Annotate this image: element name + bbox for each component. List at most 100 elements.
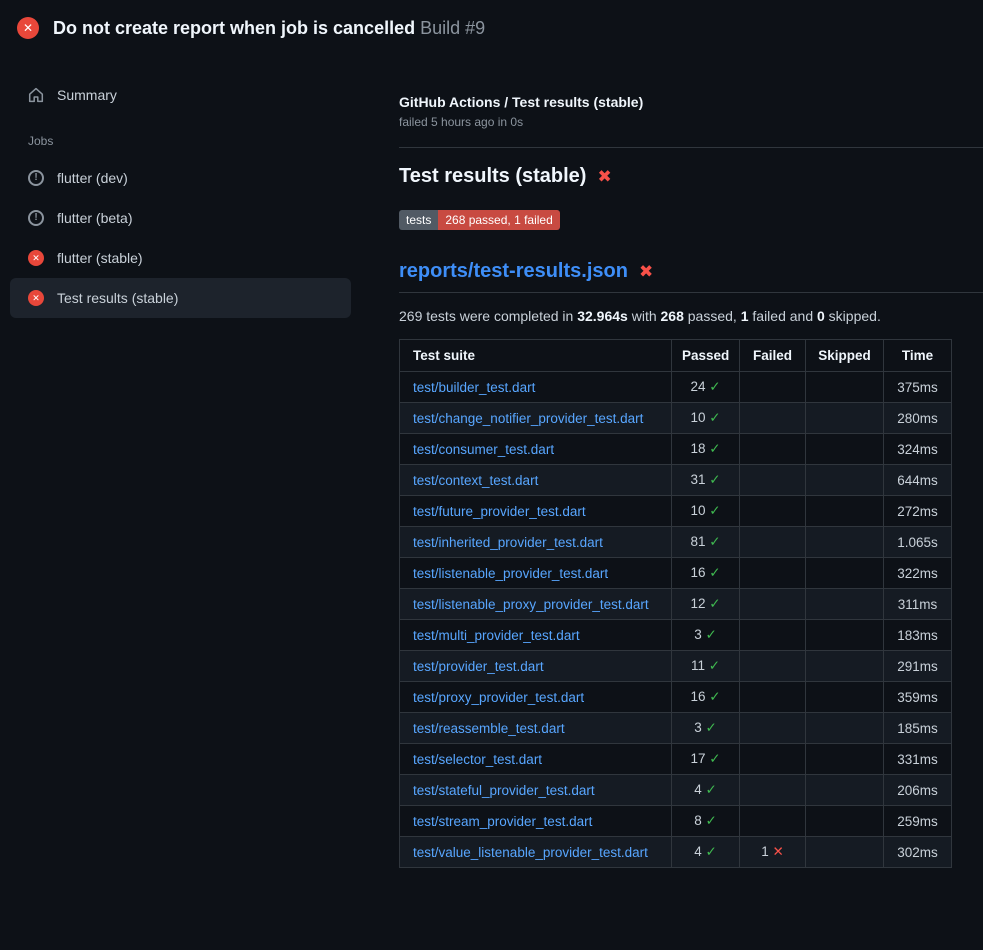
report-link[interactable]: reports/test-results.json bbox=[399, 260, 628, 283]
job-label: flutter (beta) bbox=[57, 210, 132, 226]
test-suite-link[interactable]: test/selector_test.dart bbox=[413, 752, 542, 767]
failed-cell bbox=[740, 651, 806, 682]
failed-cell bbox=[740, 775, 806, 806]
summary-passed-count: 268 bbox=[661, 308, 684, 324]
passed-cell: 10 ✓ bbox=[672, 403, 740, 434]
sidebar-item-summary[interactable]: Summary bbox=[10, 76, 351, 114]
passed-cell: 31 ✓ bbox=[672, 465, 740, 496]
sidebar-item-test-results-stable[interactable]: ✕Test results (stable) bbox=[10, 278, 351, 318]
summary-failed-count: 1 bbox=[741, 308, 749, 324]
time-cell: 331ms bbox=[884, 744, 952, 775]
passed-cell: 81 ✓ bbox=[672, 527, 740, 558]
test-suite-link[interactable]: test/proxy_provider_test.dart bbox=[413, 690, 584, 705]
table-row: test/future_provider_test.dart10 ✓272ms bbox=[400, 496, 952, 527]
failed-cell bbox=[740, 744, 806, 775]
column-header-passed: Passed bbox=[672, 340, 740, 372]
time-cell: 280ms bbox=[884, 403, 952, 434]
check-icon: ✓ bbox=[709, 503, 720, 518]
test-suite-link[interactable]: test/consumer_test.dart bbox=[413, 442, 554, 457]
check-icon: ✓ bbox=[705, 844, 716, 859]
suite-cell: test/builder_test.dart bbox=[400, 372, 672, 403]
test-suite-link[interactable]: test/context_test.dart bbox=[413, 473, 538, 488]
build-header: ✕ Do not create report when job is cance… bbox=[0, 0, 983, 56]
test-suite-link[interactable]: test/inherited_provider_test.dart bbox=[413, 535, 603, 550]
time-cell: 259ms bbox=[884, 806, 952, 837]
column-header-skipped: Skipped bbox=[806, 340, 884, 372]
check-icon: ✓ bbox=[705, 720, 716, 735]
test-suite-link[interactable]: test/value_listenable_provider_test.dart bbox=[413, 845, 648, 860]
test-suite-link[interactable]: test/provider_test.dart bbox=[413, 659, 544, 674]
check-icon: ✓ bbox=[709, 410, 720, 425]
sidebar-item-flutter-stable[interactable]: ✕flutter (stable) bbox=[10, 238, 351, 278]
skipped-cell bbox=[806, 837, 884, 868]
failed-cell bbox=[740, 372, 806, 403]
failed-cell bbox=[740, 620, 806, 651]
passed-cell: 12 ✓ bbox=[672, 589, 740, 620]
sidebar-item-flutter-dev[interactable]: !flutter (dev) bbox=[10, 158, 351, 198]
passed-cell: 16 ✓ bbox=[672, 682, 740, 713]
test-suite-link[interactable]: test/future_provider_test.dart bbox=[413, 504, 586, 519]
alert-circle-icon: ! bbox=[28, 210, 44, 226]
badge-label: tests bbox=[399, 210, 438, 230]
sidebar-item-flutter-beta[interactable]: ! flutter (beta) bbox=[10, 198, 351, 238]
passed-cell: 24 ✓ bbox=[672, 372, 740, 403]
test-suite-link[interactable]: test/stateful_provider_test.dart bbox=[413, 783, 595, 798]
suite-cell: test/inherited_provider_test.dart bbox=[400, 527, 672, 558]
job-list: !flutter (dev)! flutter (beta) ✕flutter (s… bbox=[10, 158, 351, 318]
failed-x-icon: ✖ bbox=[639, 263, 653, 280]
failed-cell bbox=[740, 465, 806, 496]
suite-cell: test/change_notifier_provider_test.dart bbox=[400, 403, 672, 434]
check-icon: ✓ bbox=[709, 596, 720, 611]
report-title: reports/test-results.json ✖ bbox=[399, 260, 983, 293]
time-cell: 185ms bbox=[884, 713, 952, 744]
table-row: test/inherited_provider_test.dart81 ✓1.0… bbox=[400, 527, 952, 558]
summary-text: skipped. bbox=[825, 308, 881, 324]
check-icon: ✓ bbox=[709, 689, 720, 704]
column-header-test-suite: Test suite bbox=[400, 340, 672, 372]
run-meta: failed 5 hours ago in 0s bbox=[399, 115, 983, 129]
time-cell: 359ms bbox=[884, 682, 952, 713]
suite-cell: test/stream_provider_test.dart bbox=[400, 806, 672, 837]
divider bbox=[399, 147, 983, 148]
skipped-cell bbox=[806, 558, 884, 589]
failed-cell bbox=[740, 806, 806, 837]
check-icon: ✓ bbox=[705, 813, 716, 828]
test-suite-link[interactable]: test/listenable_provider_test.dart bbox=[413, 566, 608, 581]
skipped-cell bbox=[806, 651, 884, 682]
jobs-section-label: Jobs bbox=[28, 134, 351, 148]
check-icon: ✓ bbox=[705, 627, 716, 642]
alert-circle-icon: ! bbox=[28, 170, 44, 186]
skipped-cell bbox=[806, 806, 884, 837]
failed-cell bbox=[740, 496, 806, 527]
summary-text: with bbox=[628, 308, 661, 324]
tests-badge: tests 268 passed, 1 failed bbox=[399, 210, 560, 230]
time-cell: 291ms bbox=[884, 651, 952, 682]
time-cell: 272ms bbox=[884, 496, 952, 527]
test-suite-link[interactable]: test/multi_provider_test.dart bbox=[413, 628, 580, 643]
time-cell: 375ms bbox=[884, 372, 952, 403]
passed-cell: 4 ✓ bbox=[672, 775, 740, 806]
test-suite-link[interactable]: test/reassemble_test.dart bbox=[413, 721, 565, 736]
suite-cell: test/multi_provider_test.dart bbox=[400, 620, 672, 651]
test-suite-link[interactable]: test/builder_test.dart bbox=[413, 380, 535, 395]
failed-x-icon: ✖ bbox=[597, 168, 611, 185]
table-row: test/reassemble_test.dart3 ✓185ms bbox=[400, 713, 952, 744]
failed-cell: 1 ✕ bbox=[740, 837, 806, 868]
column-header-failed: Failed bbox=[740, 340, 806, 372]
test-suite-link[interactable]: test/change_notifier_provider_test.dart bbox=[413, 411, 643, 426]
passed-cell: 8 ✓ bbox=[672, 806, 740, 837]
table-row: test/context_test.dart31 ✓644ms bbox=[400, 465, 952, 496]
passed-cell: 4 ✓ bbox=[672, 837, 740, 868]
failed-cell bbox=[740, 434, 806, 465]
table-row: test/provider_test.dart11 ✓291ms bbox=[400, 651, 952, 682]
table-row: test/change_notifier_provider_test.dart 1… bbox=[400, 403, 952, 434]
suite-cell: test/selector_test.dart bbox=[400, 744, 672, 775]
results-table-body: test/builder_test.dart24 ✓375mstest/chan… bbox=[400, 372, 952, 868]
failed-cell bbox=[740, 527, 806, 558]
summary-text: 269 tests were completed in bbox=[399, 308, 577, 324]
test-suite-link[interactable]: test/stream_provider_test.dart bbox=[413, 814, 592, 829]
time-cell: 324ms bbox=[884, 434, 952, 465]
passed-cell: 16 ✓ bbox=[672, 558, 740, 589]
test-suite-link[interactable]: test/listenable_proxy_provider_test.dart bbox=[413, 597, 649, 612]
skipped-cell bbox=[806, 403, 884, 434]
